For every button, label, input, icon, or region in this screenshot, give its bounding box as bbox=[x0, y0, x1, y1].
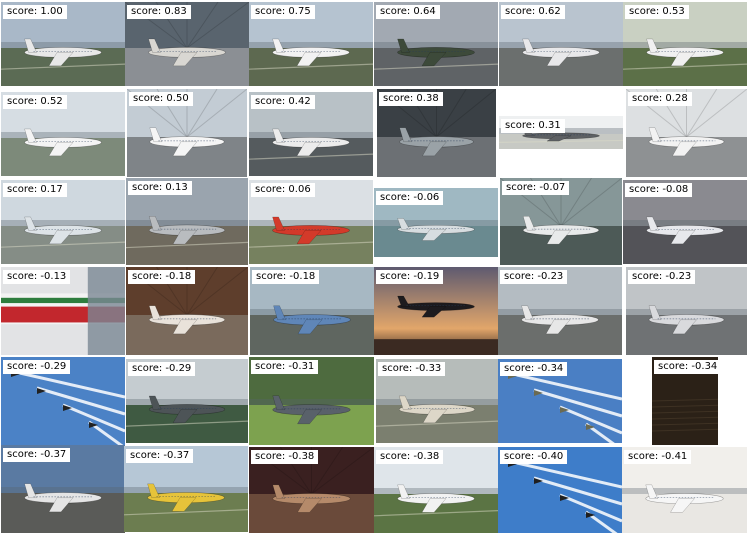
image-tile: score: 0.83 bbox=[125, 2, 249, 86]
image-tile: score: -0.34 bbox=[498, 359, 622, 443]
image-tile: score: -0.38 bbox=[249, 447, 374, 533]
image-tile: score: -0.06 bbox=[374, 188, 498, 257]
score-label: score: 0.06 bbox=[251, 183, 315, 197]
image-tile: score: 0.28 bbox=[626, 89, 747, 177]
score-label: score: 1.00 bbox=[3, 5, 67, 19]
score-label: score: -0.29 bbox=[128, 362, 196, 376]
score-label: score: -0.37 bbox=[3, 448, 71, 462]
image-tile: score: -0.34 bbox=[652, 357, 718, 445]
image-tile: score: 1.00 bbox=[1, 2, 125, 86]
score-label: score: -0.33 bbox=[378, 362, 446, 376]
score-label: score: 0.83 bbox=[127, 5, 191, 19]
score-label: score: -0.40 bbox=[500, 450, 568, 464]
image-tile: score: 0.42 bbox=[249, 92, 373, 176]
image-tile: score: 0.38 bbox=[377, 89, 496, 177]
score-label: score: 0.62 bbox=[501, 5, 565, 19]
score-label: score: -0.38 bbox=[376, 450, 444, 464]
image-tile: score: 0.52 bbox=[1, 92, 125, 176]
image-tile: score: -0.07 bbox=[500, 178, 622, 265]
score-label: score: -0.34 bbox=[500, 362, 568, 376]
score-label: score: -0.07 bbox=[502, 181, 570, 195]
score-label: score: 0.64 bbox=[376, 5, 440, 19]
score-label: score: -0.19 bbox=[376, 270, 444, 284]
score-label: score: -0.41 bbox=[624, 450, 692, 464]
score-label: score: -0.23 bbox=[500, 270, 568, 284]
image-tile: score: 0.53 bbox=[623, 2, 747, 86]
score-label: score: -0.08 bbox=[625, 183, 693, 197]
image-tile: score: 0.50 bbox=[127, 89, 247, 177]
image-tile: score: 0.75 bbox=[249, 2, 373, 86]
image-tile: score: -0.37 bbox=[1, 445, 125, 533]
image-tile: score: -0.31 bbox=[249, 357, 374, 445]
score-label: score: -0.38 bbox=[251, 450, 319, 464]
image-tile: score: -0.37 bbox=[124, 446, 248, 532]
image-tile: score: -0.23 bbox=[498, 267, 622, 355]
image-tile: score: 0.31 bbox=[499, 116, 623, 149]
image-tile: score: -0.38 bbox=[374, 447, 498, 533]
image-tile: score: -0.23 bbox=[626, 267, 747, 355]
score-label: score: -0.18 bbox=[252, 270, 320, 284]
image-tile: score: 0.62 bbox=[499, 2, 623, 86]
image-tile: score: -0.40 bbox=[498, 447, 622, 533]
score-label: score: 0.31 bbox=[501, 119, 565, 133]
image-tile: score: -0.29 bbox=[126, 359, 248, 443]
score-label: score: 0.38 bbox=[379, 92, 443, 106]
score-label: score: -0.18 bbox=[128, 270, 196, 284]
image-tile: score: 0.06 bbox=[249, 180, 373, 264]
image-tile: score: -0.19 bbox=[374, 267, 498, 355]
image-tile: score: -0.13 bbox=[1, 267, 125, 355]
score-label: score: 0.13 bbox=[128, 181, 192, 195]
image-tile: score: 0.13 bbox=[126, 178, 248, 265]
score-label: score: 0.53 bbox=[625, 5, 689, 19]
score-label: score: 0.75 bbox=[251, 5, 315, 19]
score-label: score: 0.52 bbox=[3, 95, 67, 109]
image-tile: score: -0.33 bbox=[376, 359, 498, 443]
score-label: score: -0.23 bbox=[628, 270, 696, 284]
score-label: score: 0.50 bbox=[129, 92, 193, 106]
score-label: score: -0.29 bbox=[3, 360, 71, 374]
score-label: score: 0.42 bbox=[251, 95, 315, 109]
score-label: score: -0.37 bbox=[126, 449, 194, 463]
image-tile: score: 0.64 bbox=[374, 2, 498, 86]
image-tile: score: -0.18 bbox=[250, 267, 374, 355]
image-tile: score: -0.29 bbox=[1, 357, 125, 445]
score-label: score: -0.13 bbox=[3, 270, 71, 284]
image-tile: score: 0.17 bbox=[1, 180, 125, 264]
score-label: score: -0.06 bbox=[376, 191, 444, 205]
image-tile: score: -0.41 bbox=[622, 447, 747, 533]
score-label: score: -0.31 bbox=[251, 360, 319, 374]
image-tile: score: -0.18 bbox=[126, 267, 248, 355]
score-label: score: -0.34 bbox=[654, 360, 718, 374]
image-tile: score: -0.08 bbox=[623, 180, 747, 264]
score-label: score: 0.17 bbox=[3, 183, 67, 197]
score-label: score: 0.28 bbox=[628, 92, 692, 106]
